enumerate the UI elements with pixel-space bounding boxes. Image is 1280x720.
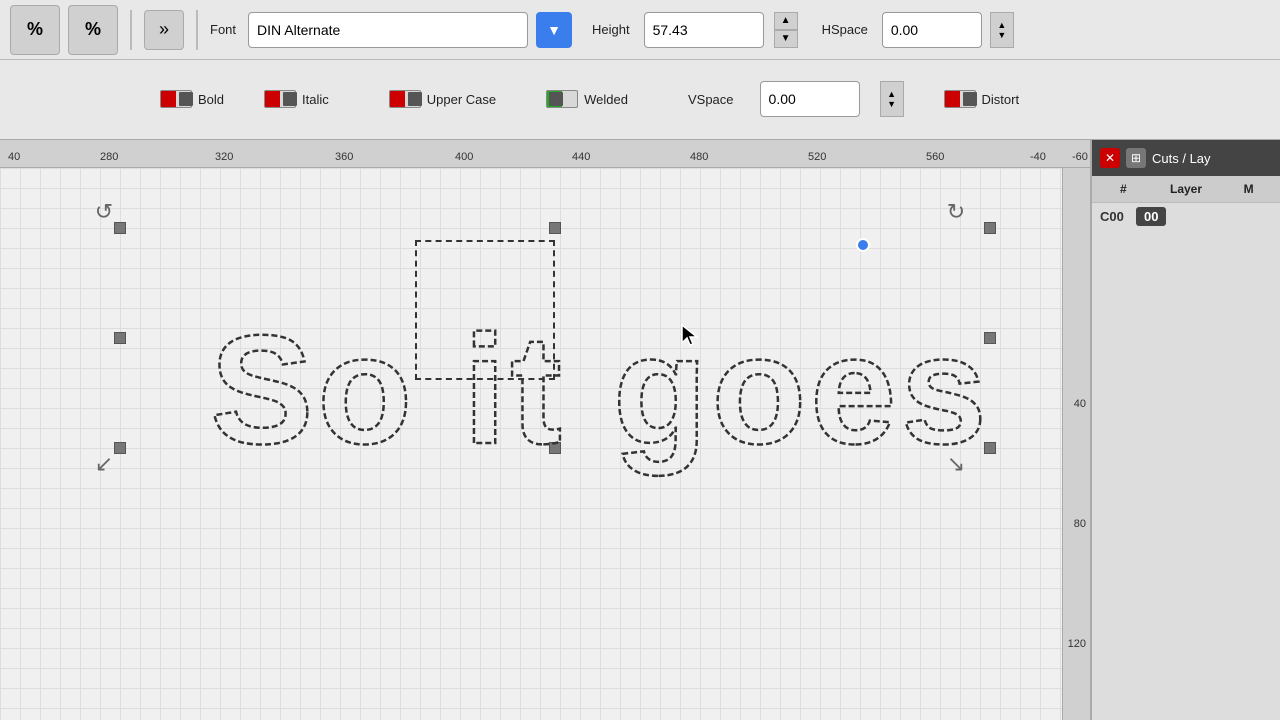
height-spin-down[interactable]: ▼ [774, 30, 798, 48]
hspace-spin-down[interactable]: ▼ [997, 30, 1006, 40]
layer-number: C00 [1100, 209, 1130, 224]
pct-button-2[interactable]: % [68, 5, 118, 55]
layer-badge: 00 [1136, 207, 1166, 226]
handle-ml[interactable] [114, 332, 126, 344]
welded-toggle[interactable] [546, 90, 578, 108]
uppercase-checkbox-group[interactable]: Upper Case [389, 90, 496, 108]
bold-dot [179, 92, 193, 106]
panel-col-layer: Layer [1155, 176, 1218, 202]
welded-checkbox-group[interactable]: Welded [546, 90, 628, 108]
close-icon: ✕ [1105, 151, 1115, 165]
ruler-mark-280: 280 [100, 151, 118, 163]
separator-2 [196, 10, 198, 50]
text-container[interactable]: ↺ ↻ ↙ ↘ So it goes [120, 228, 990, 448]
svg-text:So it goes: So it goes [210, 303, 991, 476]
hspace-input[interactable]: 0.00 [882, 12, 982, 48]
handle-tr[interactable] [984, 222, 996, 234]
hspace-spinner[interactable]: ▲ ▼ [990, 12, 1014, 48]
ruler-mark-560: 560 [926, 151, 944, 163]
right-ruler-120: 120 [1068, 638, 1086, 650]
hspace-spin-up[interactable]: ▲ [997, 20, 1006, 30]
rotate-handle-tr[interactable]: ↻ [942, 198, 970, 226]
top-ruler: 40 280 320 360 400 440 480 520 560 -40 -… [0, 140, 1280, 168]
vspace-spinner[interactable]: ▲ ▼ [880, 81, 904, 117]
vspace-value: 0.00 [769, 91, 796, 107]
ruler-mark-520: 520 [808, 151, 826, 163]
design-text-svg: So it goes [200, 278, 1060, 478]
font-label: Font [210, 22, 236, 37]
italic-dot [283, 92, 297, 106]
uppercase-label: Upper Case [427, 92, 496, 107]
blue-dot-handle[interactable] [856, 238, 870, 252]
ruler-mark-440: 440 [572, 151, 590, 163]
right-ruler: 40 80 120 [1062, 168, 1090, 720]
right-ruler-40: 40 [1074, 398, 1086, 410]
welded-label: Welded [584, 92, 628, 107]
panel-col-m: M [1217, 176, 1280, 202]
vspace-input[interactable]: 0.00 [760, 81, 860, 117]
distort-checkbox-group[interactable]: Distort [944, 90, 1020, 108]
panel-col-hash: # [1092, 176, 1155, 202]
canvas-area[interactable]: 40 80 120 ↺ ↻ ↙ ↘ So it goes [0, 168, 1090, 720]
panel-header: ✕ ⊞ Cuts / Lay [1092, 140, 1280, 176]
vspace-spin-down[interactable]: ▼ [887, 99, 896, 109]
bold-checkbox-group[interactable]: Bold [160, 90, 224, 108]
toolbar: % % » Font DIN Alternate ▼ Height 57.43 … [0, 0, 1280, 140]
arrows-icon: » [159, 19, 169, 40]
hspace-value: 0.00 [891, 22, 918, 38]
handle-bl[interactable] [114, 442, 126, 454]
distort-toggle[interactable] [944, 90, 976, 108]
handle-tl[interactable] [114, 222, 126, 234]
uppercase-toggle[interactable] [389, 90, 421, 108]
panel-columns: # Layer M [1092, 176, 1280, 203]
layers-icon: ⊞ [1131, 151, 1141, 165]
font-value: DIN Alternate [257, 22, 340, 38]
ruler-mark-neg60: -60 [1072, 151, 1088, 163]
welded-dot [549, 92, 563, 106]
height-label: Height [592, 22, 630, 37]
pct-button-1[interactable]: % [10, 5, 60, 55]
ruler-mark-480: 480 [690, 151, 708, 163]
right-panel: ✕ ⊞ Cuts / Lay # Layer M C00 00 [1090, 140, 1280, 720]
height-spin-up[interactable]: ▲ [774, 12, 798, 30]
panel-row-c00[interactable]: C00 00 [1092, 203, 1280, 230]
italic-label: Italic [302, 92, 329, 107]
vspace-spin-up[interactable]: ▲ [887, 89, 896, 99]
pct-label-2: % [85, 19, 101, 40]
chevron-down-icon: ▼ [547, 22, 561, 38]
distort-label: Distort [982, 92, 1020, 107]
right-ruler-80: 80 [1074, 518, 1086, 530]
panel-close-button[interactable]: ✕ [1100, 148, 1120, 168]
rotate-handle-bl[interactable]: ↙ [90, 450, 118, 478]
ruler-mark-neg40: -40 [1030, 151, 1046, 163]
font-select-box[interactable]: DIN Alternate [248, 12, 528, 48]
italic-checkbox-group[interactable]: Italic [264, 90, 329, 108]
separator-1 [130, 10, 132, 50]
panel-title: Cuts / Lay [1152, 151, 1211, 166]
pct-label-1: % [27, 19, 43, 40]
ruler-mark-40: 40 [8, 151, 20, 163]
height-value: 57.43 [653, 22, 688, 38]
toolbar-row2: Bold Italic Upper Case Welded VSpace 0. [0, 60, 1280, 138]
uppercase-dot [408, 92, 422, 106]
distort-dot [963, 92, 977, 106]
italic-toggle[interactable] [264, 90, 296, 108]
height-input[interactable]: 57.43 [644, 12, 764, 48]
panel-icon[interactable]: ⊞ [1126, 148, 1146, 168]
vspace-label: VSpace [688, 92, 734, 107]
bold-toggle[interactable] [160, 90, 192, 108]
hspace-label: HSpace [822, 22, 868, 37]
handle-tm[interactable] [549, 222, 561, 234]
ruler-mark-360: 360 [335, 151, 353, 163]
toolbar-row1: % % » Font DIN Alternate ▼ Height 57.43 … [0, 0, 1280, 60]
font-dropdown-button[interactable]: ▼ [536, 12, 572, 48]
arrows-button[interactable]: » [144, 10, 184, 50]
height-spinners: ▲ ▼ [774, 12, 798, 48]
ruler-mark-320: 320 [215, 151, 233, 163]
bold-label: Bold [198, 92, 224, 107]
ruler-mark-400: 400 [455, 151, 473, 163]
